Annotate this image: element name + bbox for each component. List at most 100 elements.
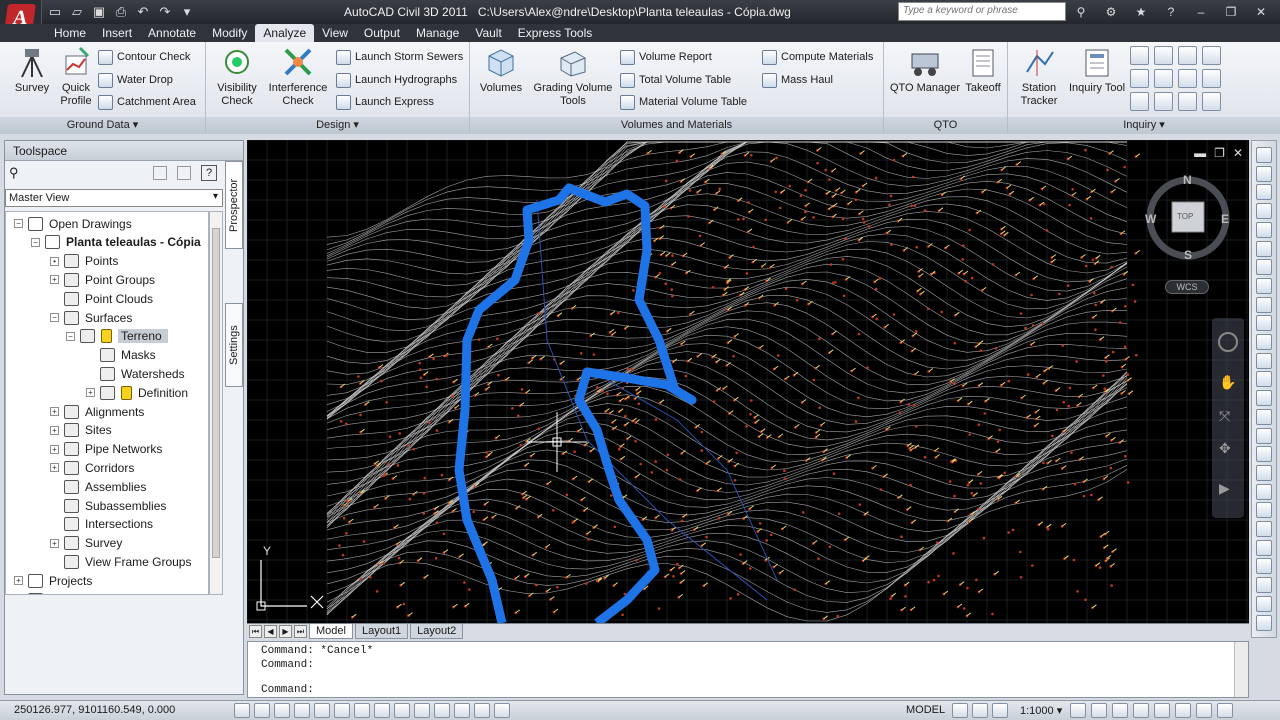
- collapse-icon[interactable]: −: [50, 313, 59, 322]
- annotation-visibility-icon[interactable]: [1070, 703, 1086, 718]
- compass-south[interactable]: S: [1184, 248, 1192, 262]
- undo-icon[interactable]: ↶: [134, 3, 152, 21]
- status-menu-icon[interactable]: [1217, 703, 1233, 718]
- bearing-icon[interactable]: [1154, 46, 1173, 65]
- expand-icon[interactable]: +: [50, 538, 59, 548]
- pan-icon[interactable]: ✋: [1219, 374, 1237, 392]
- drawing-area[interactable]: ▬ ❐ ✕ TOP N S E W WCS Y: [247, 140, 1249, 623]
- tree-node[interactable]: − Planta teleaulas - Cópia: [31, 233, 201, 252]
- isolate-objects-icon[interactable]: [1175, 703, 1191, 718]
- minimize-button[interactable]: –: [1190, 3, 1212, 21]
- tree-node[interactable]: Watersheds: [86, 364, 185, 383]
- command-scrollbar[interactable]: [1234, 642, 1248, 697]
- viewport-minimize-icon[interactable]: ▬: [1194, 146, 1206, 160]
- toolspace-copy-icon[interactable]: [153, 166, 167, 180]
- total-volume-table-button[interactable]: Total Volume Table: [620, 71, 731, 89]
- drafting-toggle-icon[interactable]: [434, 703, 450, 718]
- tab-manage[interactable]: Manage: [408, 24, 467, 42]
- area-icon[interactable]: [1154, 69, 1173, 88]
- expand-icon[interactable]: +: [86, 388, 95, 398]
- calculator-icon[interactable]: [1202, 92, 1221, 111]
- tool-icon[interactable]: [1256, 502, 1272, 519]
- qat-dropdown-icon[interactable]: ▾: [178, 3, 196, 21]
- coordinate-icon[interactable]: [1130, 69, 1149, 88]
- drafting-toggle-icon[interactable]: [414, 703, 430, 718]
- tool-icon[interactable]: [1256, 558, 1272, 575]
- panel-title-design[interactable]: Design ▾: [206, 117, 469, 134]
- tree-node[interactable]: + Alignments: [50, 402, 144, 421]
- tool-icon[interactable]: [1256, 315, 1272, 332]
- tool-icon[interactable]: [1256, 408, 1272, 425]
- print-icon[interactable]: ⎙: [112, 3, 130, 21]
- tool-icon[interactable]: [1256, 334, 1272, 350]
- workspace-switch-icon[interactable]: [1112, 703, 1128, 718]
- drafting-toggle-icon[interactable]: [454, 703, 470, 718]
- station-tracker-button[interactable]: Station Tracker: [1012, 46, 1066, 108]
- grading-volume-tools-button[interactable]: Grading Volume Tools: [530, 46, 616, 108]
- visibility-check-button[interactable]: Visibility Check: [212, 46, 262, 108]
- drafting-toggle-icon[interactable]: [354, 703, 370, 718]
- tool-icon[interactable]: [1256, 521, 1272, 537]
- search-field[interactable]: [898, 2, 1066, 21]
- water-drop-button[interactable]: Water Drop: [98, 71, 173, 89]
- binoculars-icon[interactable]: ⚲: [1070, 3, 1092, 21]
- tab-analyze[interactable]: Analyze: [255, 24, 315, 42]
- search-input[interactable]: [903, 5, 1061, 16]
- expand-icon[interactable]: +: [50, 444, 59, 454]
- tree-node[interactable]: + Projects: [14, 571, 92, 590]
- tab-insert[interactable]: Insert: [94, 24, 140, 42]
- compass-west[interactable]: W: [1145, 212, 1156, 226]
- tool-icon[interactable]: [1256, 464, 1272, 481]
- steering-wheel-icon[interactable]: [1218, 332, 1238, 352]
- tree-node[interactable]: Masks: [86, 346, 156, 365]
- toolspace-panel-icon[interactable]: [177, 166, 191, 180]
- prev-layout-icon[interactable]: ◀: [264, 625, 277, 638]
- tool-icon[interactable]: [1256, 165, 1272, 182]
- communication-center-icon[interactable]: ⚙: [1100, 3, 1122, 21]
- lock-icon[interactable]: [1133, 703, 1149, 718]
- close-button[interactable]: ✕: [1250, 3, 1272, 21]
- toolspace-help-icon[interactable]: ?: [201, 165, 217, 181]
- tab-view[interactable]: View: [314, 24, 356, 42]
- tab-home[interactable]: Home: [46, 24, 94, 42]
- auto-scale-icon[interactable]: [1091, 703, 1107, 718]
- viewport-close-icon[interactable]: ✕: [1233, 146, 1243, 160]
- tool-icon[interactable]: [1256, 240, 1272, 257]
- panel-title-inquiry[interactable]: Inquiry ▾: [1008, 117, 1280, 134]
- tree-node[interactable]: +Data Shortcuts []: [14, 590, 138, 594]
- tree-node[interactable]: + Survey: [50, 534, 122, 553]
- annotation-scale-icon[interactable]: [992, 703, 1008, 718]
- time-icon[interactable]: [1178, 92, 1197, 111]
- tool-icon[interactable]: [1256, 483, 1272, 500]
- contour-check-button[interactable]: Contour Check: [98, 48, 190, 66]
- tree-node[interactable]: View Frame Groups: [50, 552, 191, 571]
- mass-haul-button[interactable]: Mass Haul: [762, 71, 833, 89]
- expand-icon[interactable]: +: [50, 407, 59, 416]
- navigation-bar[interactable]: ✋ ⤧ ✥ ▶: [1212, 318, 1244, 518]
- volume-report-button[interactable]: Volume Report: [620, 48, 712, 66]
- tree-node[interactable]: + Point Groups: [50, 270, 155, 289]
- tab-annotate[interactable]: Annotate: [140, 24, 204, 42]
- tree-node[interactable]: Point Clouds: [50, 289, 153, 308]
- wcs-menu[interactable]: WCS: [1165, 280, 1209, 294]
- model-space-toggle[interactable]: MODEL: [906, 704, 945, 716]
- quick-view-layouts-icon[interactable]: [952, 703, 968, 718]
- region-icon[interactable]: [1130, 92, 1149, 111]
- inquiry-tool-button[interactable]: Inquiry Tool: [1068, 46, 1126, 95]
- tree-leaf-icon[interactable]: •: [50, 256, 59, 266]
- launch-storm-sewers-button[interactable]: Launch Storm Sewers: [336, 48, 463, 66]
- drafting-toggle-icon[interactable]: [314, 703, 330, 718]
- tool-icon[interactable]: [1256, 221, 1272, 238]
- drafting-toggle-icon[interactable]: [234, 703, 250, 718]
- tab-settings[interactable]: Settings: [225, 303, 243, 387]
- open-icon[interactable]: ▱: [68, 3, 86, 21]
- command-prompt[interactable]: Command:: [261, 684, 314, 696]
- tool-icon[interactable]: [1256, 446, 1272, 463]
- tool-icon[interactable]: [1256, 539, 1272, 556]
- tool-icon[interactable]: [1256, 259, 1272, 276]
- tool-icon[interactable]: [1256, 277, 1272, 294]
- expand-icon[interactable]: +: [50, 275, 59, 285]
- drafting-toggle-icon[interactable]: [474, 703, 490, 718]
- annotation-scale[interactable]: 1:1000 ▾: [1020, 704, 1062, 717]
- launch-express-button[interactable]: Launch Express: [336, 93, 434, 111]
